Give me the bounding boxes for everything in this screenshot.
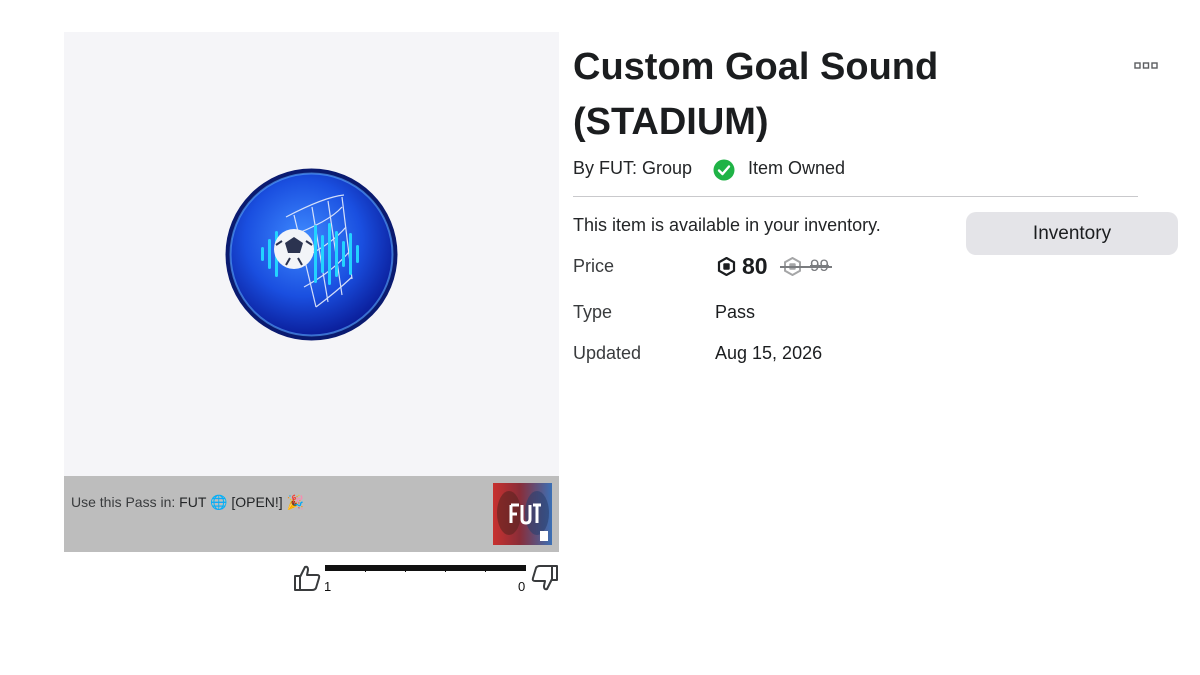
updated-value: Aug 15, 2026 <box>715 343 823 363</box>
use-in-game-text: Use this Pass in: FUT 🌐 [OPEN!] 🎉 <box>71 494 304 511</box>
game-logo-icon <box>497 491 549 541</box>
vote-bar-tick <box>405 569 406 572</box>
thumbs-down-icon[interactable] <box>530 563 560 593</box>
type-label: Type <box>573 302 613 322</box>
game-thumbnail[interactable] <box>493 483 552 545</box>
use-in-game-bar[interactable]: Use this Pass in: FUT 🌐 [OPEN!] 🎉 <box>64 476 559 552</box>
more-options-icon[interactable] <box>1133 60 1159 72</box>
item-media-panel: Use this Pass in: FUT 🌐 [OPEN!] 🎉 <box>64 32 559 552</box>
globe-emoji-icon: 🌐 <box>210 494 228 510</box>
upvote-count: 1 <box>324 579 332 594</box>
vote-bar-tick <box>365 569 366 572</box>
vote-bar-tick <box>445 569 446 572</box>
check-circle-icon <box>713 159 735 181</box>
creator-link[interactable]: By FUT: Group <box>573 158 692 179</box>
inventory-button[interactable]: Inventory <box>966 212 1178 255</box>
owned-status: Item Owned <box>748 158 846 178</box>
party-popper-emoji-icon: 🎉 <box>286 494 305 510</box>
vote-ratio-bar <box>325 565 526 571</box>
use-prefix: Use this Pass in: <box>71 494 176 510</box>
soccer-ball-goal-sound-icon <box>225 168 398 341</box>
updated-label: Updated <box>573 343 642 363</box>
vote-bar-tick <box>485 569 486 572</box>
vote-row: 1 0 <box>292 563 560 597</box>
downvote-count: 0 <box>518 579 526 594</box>
thumbs-up-icon[interactable] <box>292 563 322 593</box>
game-name-suffix[interactable]: [OPEN!] <box>231 494 282 510</box>
price-label: Price <box>573 256 615 276</box>
game-name-link[interactable]: FUT <box>179 494 206 510</box>
type-value: Pass <box>715 302 756 322</box>
availability-text: This item is available in your inventory… <box>573 215 881 235</box>
price-value: 80 <box>742 253 768 279</box>
item-title: Custom Goal Sound (STADIUM) <box>573 46 939 143</box>
price-strikethrough <box>780 266 832 268</box>
robux-icon <box>717 257 736 276</box>
divider <box>573 196 1138 197</box>
